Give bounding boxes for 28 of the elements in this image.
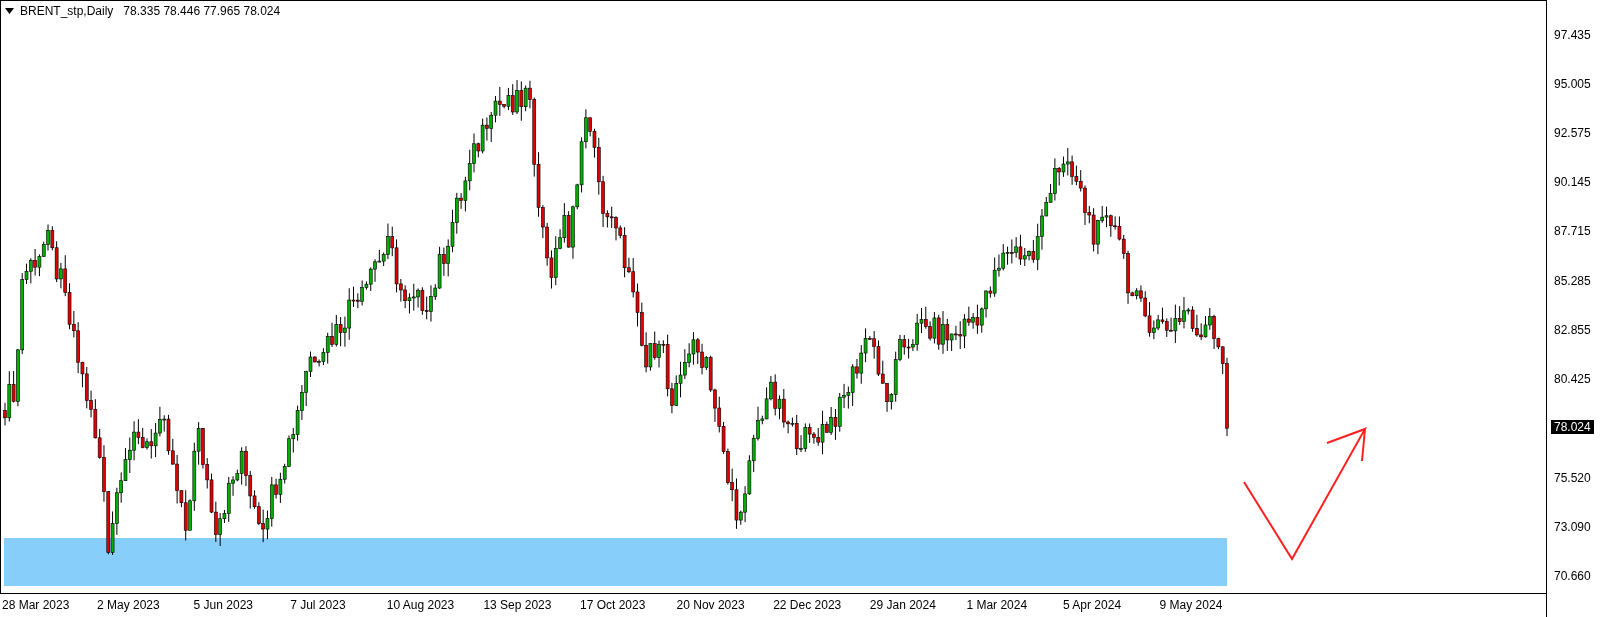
date-label: 22 Dec 2023 xyxy=(773,597,842,613)
date-label: 10 Aug 2023 xyxy=(386,597,455,613)
price-label: 82.855 xyxy=(1554,322,1591,337)
date-label: 5 Apr 2024 xyxy=(1063,597,1122,613)
date-label: 13 Sep 2023 xyxy=(483,597,552,613)
date-label: 28 Mar 2023 xyxy=(2,597,70,613)
date-label: 17 Oct 2023 xyxy=(580,597,646,613)
price-label: 75.520 xyxy=(1554,470,1591,485)
date-label: 1 Mar 2024 xyxy=(966,597,1028,613)
price-label: 90.145 xyxy=(1554,175,1591,190)
symbol-label: BRENT_stp,Daily xyxy=(20,3,114,19)
current-price-label: 78.024 xyxy=(1551,420,1594,435)
price-label: 73.090 xyxy=(1554,519,1591,534)
price-label: 87.715 xyxy=(1554,224,1591,239)
price-label: 85.285 xyxy=(1554,273,1591,288)
date-label: 5 Jun 2023 xyxy=(193,597,253,613)
date-label: 29 Jan 2024 xyxy=(869,597,936,613)
price-label: 92.575 xyxy=(1554,126,1591,141)
price-label: 97.435 xyxy=(1554,28,1591,42)
price-label: 80.425 xyxy=(1554,371,1591,386)
date-label: 2 May 2023 xyxy=(97,597,160,613)
price-label: 70.660 xyxy=(1554,569,1591,583)
date-label: 20 Nov 2023 xyxy=(676,597,745,613)
dropdown-triangle-icon[interactable] xyxy=(5,8,14,14)
date-label: 9 May 2024 xyxy=(1159,597,1223,613)
quote-values: 78.335 78.446 77.965 78.024 xyxy=(123,3,281,19)
price-label: 95.005 xyxy=(1554,77,1591,92)
date-label: 7 Jul 2023 xyxy=(290,597,346,613)
